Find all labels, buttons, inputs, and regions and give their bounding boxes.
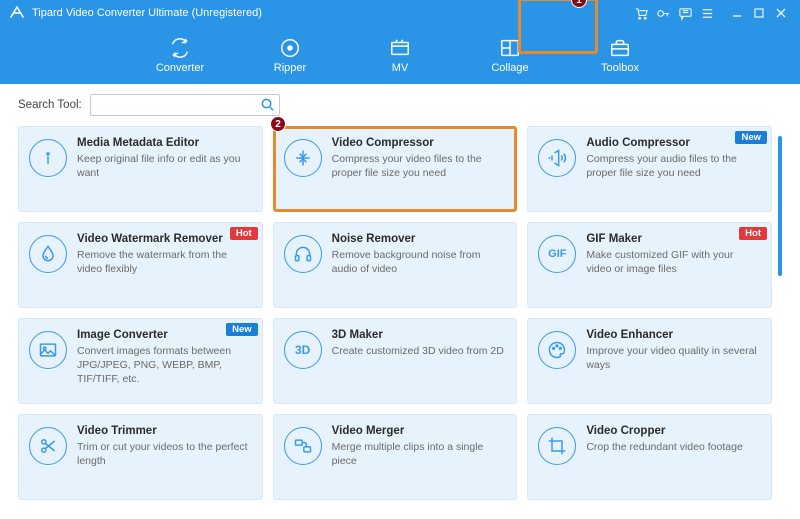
droplet-icon bbox=[29, 235, 67, 273]
new-badge: New bbox=[226, 323, 258, 336]
nav-converter[interactable]: Converter bbox=[142, 30, 218, 80]
three-d-icon: 3D bbox=[284, 331, 322, 369]
tool-video-enhancer[interactable]: Video EnhancerImprove your video quality… bbox=[527, 318, 772, 404]
app-title: Tipard Video Converter Ultimate (Unregis… bbox=[32, 7, 262, 19]
tool-gif-maker[interactable]: Hot GIF GIF MakerMake customized GIF wit… bbox=[527, 222, 772, 308]
scrollbar-thumb[interactable] bbox=[778, 136, 782, 276]
maximize-button[interactable] bbox=[748, 2, 770, 24]
gif-icon: GIF bbox=[538, 235, 576, 273]
tool-3d-maker[interactable]: 3D 3D MakerCreate customized 3D video fr… bbox=[273, 318, 518, 404]
menu-icon[interactable] bbox=[696, 2, 718, 24]
search-input[interactable] bbox=[90, 94, 280, 116]
palette-icon bbox=[538, 331, 576, 369]
tool-media-metadata-editor[interactable]: Media Metadata EditorKeep original file … bbox=[18, 126, 263, 212]
hot-badge: Hot bbox=[230, 227, 258, 240]
minimize-button[interactable] bbox=[726, 2, 748, 24]
merge-icon bbox=[284, 427, 322, 465]
content-area: Search Tool: 2 Media Metadata EditorKeep… bbox=[0, 84, 800, 519]
tool-grid: Media Metadata EditorKeep original file … bbox=[18, 126, 772, 507]
nav-toolbox[interactable]: Toolbox bbox=[582, 30, 658, 80]
tool-noise-remover[interactable]: Noise RemoverRemove background noise fro… bbox=[273, 222, 518, 308]
tool-video-compressor[interactable]: Video CompressorCompress your video file… bbox=[273, 126, 518, 212]
feedback-icon[interactable] bbox=[674, 2, 696, 24]
audio-compress-icon bbox=[538, 139, 576, 177]
nav-ripper[interactable]: Ripper bbox=[252, 30, 328, 80]
tool-video-watermark-remover[interactable]: Hot Video Watermark RemoverRemove the wa… bbox=[18, 222, 263, 308]
crop-icon bbox=[538, 427, 576, 465]
scissors-icon bbox=[29, 427, 67, 465]
tool-video-cropper[interactable]: Video CropperCrop the redundant video fo… bbox=[527, 414, 772, 500]
app-logo-icon bbox=[8, 4, 26, 22]
key-icon[interactable] bbox=[652, 2, 674, 24]
tool-video-trimmer[interactable]: Video TrimmerTrim or cut your videos to … bbox=[18, 414, 263, 500]
search-label: Search Tool: bbox=[18, 99, 82, 111]
cart-icon[interactable] bbox=[630, 2, 652, 24]
title-bar: Tipard Video Converter Ultimate (Unregis… bbox=[0, 0, 800, 26]
search-icon[interactable] bbox=[260, 97, 275, 117]
search-box bbox=[90, 94, 280, 116]
tool-video-merger[interactable]: Video MergerMerge multiple clips into a … bbox=[273, 414, 518, 500]
close-button[interactable] bbox=[770, 2, 792, 24]
image-icon bbox=[29, 331, 67, 369]
compress-icon bbox=[284, 139, 322, 177]
new-badge: New bbox=[735, 131, 767, 144]
annotation-badge-2: 2 bbox=[270, 116, 286, 132]
scrollbar[interactable] bbox=[778, 126, 782, 507]
search-row: Search Tool: bbox=[18, 94, 782, 116]
nav-collage[interactable]: Collage bbox=[472, 30, 548, 80]
app-window: Tipard Video Converter Ultimate (Unregis… bbox=[0, 0, 800, 519]
nav-bar: Converter Ripper MV Collage Toolbox 1 bbox=[0, 26, 800, 84]
hot-badge: Hot bbox=[739, 227, 767, 240]
nav-mv[interactable]: MV bbox=[362, 30, 438, 80]
info-icon bbox=[29, 139, 67, 177]
tool-audio-compressor[interactable]: New Audio CompressorCompress your audio … bbox=[527, 126, 772, 212]
tool-image-converter[interactable]: New Image ConverterConvert images format… bbox=[18, 318, 263, 404]
headphones-icon bbox=[284, 235, 322, 273]
